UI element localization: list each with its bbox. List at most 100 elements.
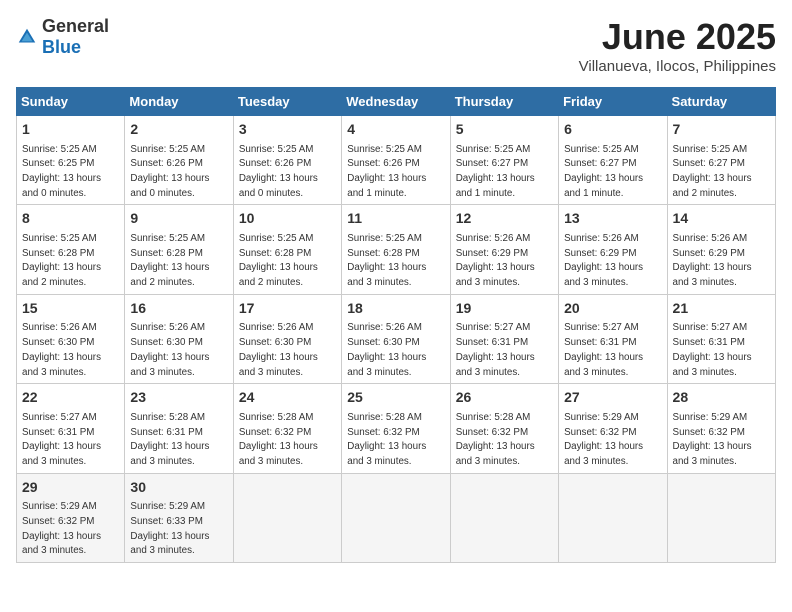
day-number: 21 xyxy=(673,299,770,319)
day-number: 16 xyxy=(130,299,227,319)
sunset-info: Sunset: 6:26 PM xyxy=(347,158,419,169)
calendar-week-row: 15 Sunrise: 5:26 AM Sunset: 6:30 PM Dayl… xyxy=(17,294,776,383)
sunset-info: Sunset: 6:30 PM xyxy=(22,337,94,348)
daylight-info: Daylight: 13 hours and 3 minutes. xyxy=(239,441,318,467)
daylight-info: Daylight: 13 hours and 1 minute. xyxy=(564,173,643,199)
sunset-info: Sunset: 6:31 PM xyxy=(673,337,745,348)
day-number: 12 xyxy=(456,209,553,229)
daylight-info: Daylight: 13 hours and 2 minutes. xyxy=(130,262,209,288)
day-number: 22 xyxy=(22,388,119,408)
day-number: 19 xyxy=(456,299,553,319)
sunset-info: Sunset: 6:31 PM xyxy=(22,427,94,438)
sunrise-info: Sunrise: 5:25 AM xyxy=(456,144,531,155)
table-row: 5 Sunrise: 5:25 AM Sunset: 6:27 PM Dayli… xyxy=(450,116,558,205)
sunset-info: Sunset: 6:25 PM xyxy=(22,158,94,169)
location-subtitle: Villanueva, Ilocos, Philippines xyxy=(579,58,776,75)
daylight-info: Daylight: 13 hours and 3 minutes. xyxy=(22,352,101,378)
table-row: 8 Sunrise: 5:25 AM Sunset: 6:28 PM Dayli… xyxy=(17,205,125,294)
table-row: 3 Sunrise: 5:25 AM Sunset: 6:26 PM Dayli… xyxy=(233,116,341,205)
table-row: 27 Sunrise: 5:29 AM Sunset: 6:32 PM Dayl… xyxy=(559,384,667,473)
sunset-info: Sunset: 6:30 PM xyxy=(239,337,311,348)
sunrise-info: Sunrise: 5:25 AM xyxy=(673,144,748,155)
page-header: General Blue June 2025 Villanueva, Iloco… xyxy=(16,16,776,75)
sunrise-info: Sunrise: 5:26 AM xyxy=(22,322,97,333)
table-row: 10 Sunrise: 5:25 AM Sunset: 6:28 PM Dayl… xyxy=(233,205,341,294)
sunrise-info: Sunrise: 5:28 AM xyxy=(347,412,422,423)
sunset-info: Sunset: 6:28 PM xyxy=(347,248,419,259)
sunset-info: Sunset: 6:32 PM xyxy=(22,516,94,527)
table-row: 20 Sunrise: 5:27 AM Sunset: 6:31 PM Dayl… xyxy=(559,294,667,383)
day-number: 1 xyxy=(22,120,119,140)
daylight-info: Daylight: 13 hours and 3 minutes. xyxy=(130,441,209,467)
daylight-info: Daylight: 13 hours and 3 minutes. xyxy=(673,352,752,378)
table-row: 19 Sunrise: 5:27 AM Sunset: 6:31 PM Dayl… xyxy=(450,294,558,383)
table-row: 13 Sunrise: 5:26 AM Sunset: 6:29 PM Dayl… xyxy=(559,205,667,294)
day-number: 2 xyxy=(130,120,227,140)
sunrise-info: Sunrise: 5:26 AM xyxy=(673,233,748,244)
day-number: 6 xyxy=(564,120,661,140)
table-row: 28 Sunrise: 5:29 AM Sunset: 6:32 PM Dayl… xyxy=(667,384,775,473)
sunset-info: Sunset: 6:31 PM xyxy=(130,427,202,438)
sunrise-info: Sunrise: 5:29 AM xyxy=(673,412,748,423)
sunset-info: Sunset: 6:29 PM xyxy=(673,248,745,259)
table-row: 4 Sunrise: 5:25 AM Sunset: 6:26 PM Dayli… xyxy=(342,116,450,205)
day-number: 11 xyxy=(347,209,444,229)
sunset-info: Sunset: 6:32 PM xyxy=(456,427,528,438)
day-number: 28 xyxy=(673,388,770,408)
sunset-info: Sunset: 6:26 PM xyxy=(130,158,202,169)
daylight-info: Daylight: 13 hours and 2 minutes. xyxy=(22,262,101,288)
sunset-info: Sunset: 6:27 PM xyxy=(564,158,636,169)
table-row: 6 Sunrise: 5:25 AM Sunset: 6:27 PM Dayli… xyxy=(559,116,667,205)
table-row: 23 Sunrise: 5:28 AM Sunset: 6:31 PM Dayl… xyxy=(125,384,233,473)
calendar-header-row: Sunday Monday Tuesday Wednesday Thursday… xyxy=(17,88,776,116)
day-number: 30 xyxy=(130,478,227,498)
sunset-info: Sunset: 6:26 PM xyxy=(239,158,311,169)
daylight-info: Daylight: 13 hours and 3 minutes. xyxy=(347,262,426,288)
sunset-info: Sunset: 6:30 PM xyxy=(130,337,202,348)
table-row: 11 Sunrise: 5:25 AM Sunset: 6:28 PM Dayl… xyxy=(342,205,450,294)
logo-text-general: General xyxy=(42,16,109,36)
table-row: 18 Sunrise: 5:26 AM Sunset: 6:30 PM Dayl… xyxy=(342,294,450,383)
day-number: 4 xyxy=(347,120,444,140)
table-row: 12 Sunrise: 5:26 AM Sunset: 6:29 PM Dayl… xyxy=(450,205,558,294)
daylight-info: Daylight: 13 hours and 0 minutes. xyxy=(239,173,318,199)
day-number: 7 xyxy=(673,120,770,140)
daylight-info: Daylight: 13 hours and 2 minutes. xyxy=(673,173,752,199)
col-wednesday: Wednesday xyxy=(342,88,450,116)
day-number: 8 xyxy=(22,209,119,229)
sunrise-info: Sunrise: 5:25 AM xyxy=(22,233,97,244)
logo-text-blue: Blue xyxy=(42,37,81,57)
sunrise-info: Sunrise: 5:28 AM xyxy=(456,412,531,423)
col-saturday: Saturday xyxy=(667,88,775,116)
sunrise-info: Sunrise: 5:25 AM xyxy=(239,144,314,155)
table-row: 26 Sunrise: 5:28 AM Sunset: 6:32 PM Dayl… xyxy=(450,384,558,473)
daylight-info: Daylight: 13 hours and 3 minutes. xyxy=(130,352,209,378)
daylight-info: Daylight: 13 hours and 3 minutes. xyxy=(564,441,643,467)
sunset-info: Sunset: 6:32 PM xyxy=(347,427,419,438)
sunrise-info: Sunrise: 5:25 AM xyxy=(130,233,205,244)
sunrise-info: Sunrise: 5:29 AM xyxy=(22,501,97,512)
day-number: 20 xyxy=(564,299,661,319)
sunrise-info: Sunrise: 5:28 AM xyxy=(239,412,314,423)
table-row: 1 Sunrise: 5:25 AM Sunset: 6:25 PM Dayli… xyxy=(17,116,125,205)
day-number: 23 xyxy=(130,388,227,408)
calendar-week-row: 1 Sunrise: 5:25 AM Sunset: 6:25 PM Dayli… xyxy=(17,116,776,205)
sunset-info: Sunset: 6:28 PM xyxy=(130,248,202,259)
sunrise-info: Sunrise: 5:27 AM xyxy=(564,322,639,333)
day-number: 17 xyxy=(239,299,336,319)
calendar-week-row: 8 Sunrise: 5:25 AM Sunset: 6:28 PM Dayli… xyxy=(17,205,776,294)
sunset-info: Sunset: 6:32 PM xyxy=(673,427,745,438)
sunrise-info: Sunrise: 5:27 AM xyxy=(673,322,748,333)
col-monday: Monday xyxy=(125,88,233,116)
sunrise-info: Sunrise: 5:25 AM xyxy=(347,144,422,155)
sunset-info: Sunset: 6:32 PM xyxy=(239,427,311,438)
month-title: June 2025 xyxy=(579,16,776,58)
sunset-info: Sunset: 6:32 PM xyxy=(564,427,636,438)
sunrise-info: Sunrise: 5:26 AM xyxy=(239,322,314,333)
daylight-info: Daylight: 13 hours and 3 minutes. xyxy=(347,352,426,378)
table-row xyxy=(233,473,341,562)
sunset-info: Sunset: 6:31 PM xyxy=(564,337,636,348)
table-row: 24 Sunrise: 5:28 AM Sunset: 6:32 PM Dayl… xyxy=(233,384,341,473)
table-row: 7 Sunrise: 5:25 AM Sunset: 6:27 PM Dayli… xyxy=(667,116,775,205)
table-row: 25 Sunrise: 5:28 AM Sunset: 6:32 PM Dayl… xyxy=(342,384,450,473)
